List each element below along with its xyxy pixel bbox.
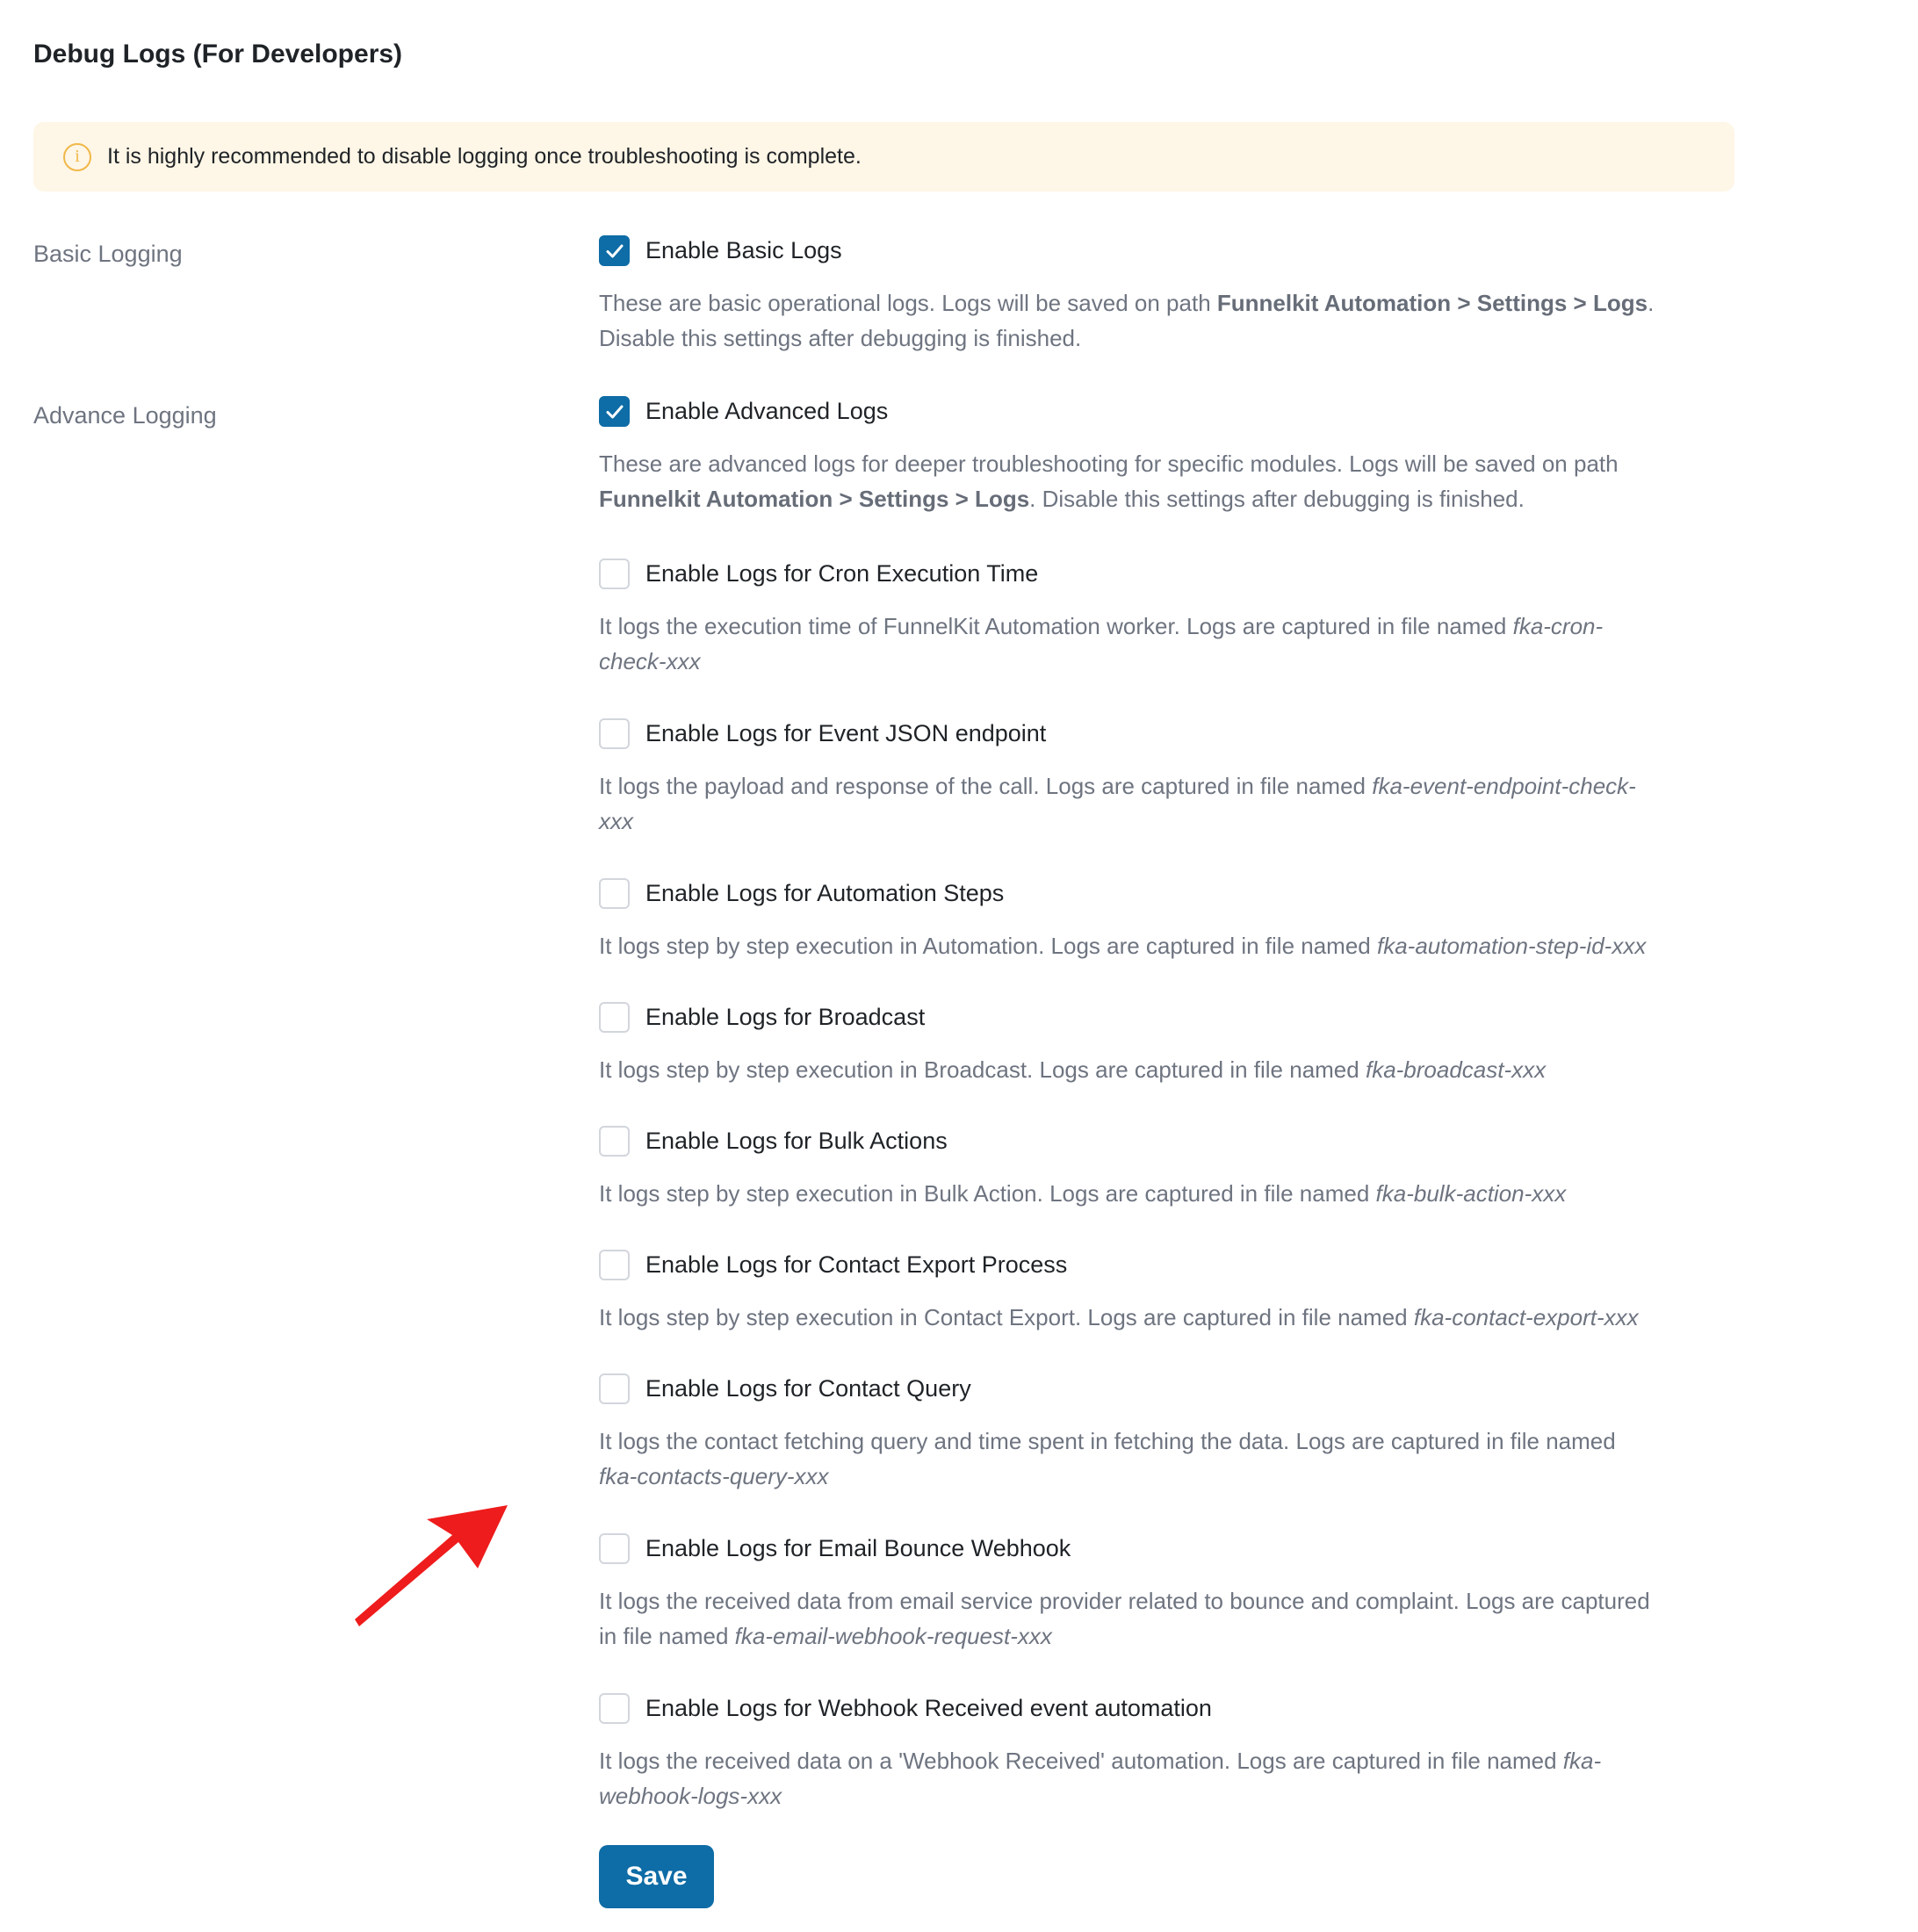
email-bounce-logs-toggle[interactable]: Enable Logs for Email Bounce Webhook — [599, 1532, 1741, 1564]
cron-logs-toggle[interactable]: Enable Logs for Cron Execution Time — [599, 558, 1741, 589]
event-json-logs-checkbox[interactable] — [599, 717, 630, 749]
notice-banner: i It is highly recommended to disable lo… — [33, 122, 1734, 191]
contact-query-logs-checkbox[interactable] — [599, 1373, 630, 1404]
page-title: Debug Logs (For Developers) — [33, 40, 403, 68]
webhook-received-logs-label: Enable Logs for Webhook Received event a… — [645, 1694, 1212, 1721]
option-event-json: Enable Logs for Event JSON endpoint It l… — [599, 717, 1741, 839]
advanced-logs-description: These are advanced logs for deeper troub… — [599, 451, 1619, 512]
option-basic-logs: Enable Basic Logs These are basic operat… — [599, 234, 1741, 356]
option-cron-execution: Enable Logs for Cron Execution Time It l… — [599, 558, 1741, 679]
contact-export-logs-checkbox[interactable] — [599, 1249, 630, 1280]
webhook-received-logs-toggle[interactable]: Enable Logs for Webhook Received event a… — [599, 1692, 1741, 1724]
contact-export-logs-label: Enable Logs for Contact Export Process — [645, 1251, 1068, 1278]
bulk-actions-logs-toggle[interactable]: Enable Logs for Bulk Actions — [599, 1125, 1741, 1157]
advanced-logs-label: Enable Advanced Logs — [645, 397, 889, 424]
option-webhook-received: Enable Logs for Webhook Received event a… — [599, 1692, 1741, 1813]
automation-steps-logs-description: It logs step by step execution in Automa… — [599, 933, 1647, 959]
basic-logging-label: Basic Logging — [33, 241, 183, 267]
broadcast-logs-checkbox[interactable] — [599, 1001, 630, 1033]
info-icon: i — [63, 142, 91, 171]
webhook-received-logs-checkbox[interactable] — [599, 1692, 630, 1724]
option-email-bounce-webhook: Enable Logs for Email Bounce Webhook It … — [599, 1532, 1741, 1654]
contact-export-logs-toggle[interactable]: Enable Logs for Contact Export Process — [599, 1249, 1741, 1280]
basic-logs-toggle[interactable]: Enable Basic Logs — [599, 234, 1741, 266]
option-advanced-logs: Enable Advanced Logs These are advanced … — [599, 395, 1741, 516]
email-bounce-logs-label: Enable Logs for Email Bounce Webhook — [645, 1534, 1071, 1561]
automation-steps-logs-checkbox[interactable] — [599, 877, 630, 909]
email-bounce-logs-checkbox[interactable] — [599, 1532, 630, 1564]
check-icon — [606, 405, 624, 418]
option-bulk-actions: Enable Logs for Bulk Actions It logs ste… — [599, 1125, 1741, 1211]
event-json-logs-toggle[interactable]: Enable Logs for Event JSON endpoint — [599, 717, 1741, 749]
contact-export-logs-description: It logs step by step execution in Contac… — [599, 1304, 1639, 1330]
contact-query-logs-description: It logs the contact fetching query and t… — [599, 1428, 1616, 1489]
bulk-actions-logs-label: Enable Logs for Bulk Actions — [645, 1127, 948, 1154]
email-bounce-logs-description: It logs the received data from email ser… — [599, 1588, 1650, 1649]
webhook-received-logs-description: It logs the received data on a 'Webhook … — [599, 1748, 1602, 1809]
notice-text: It is highly recommended to disable logg… — [107, 144, 862, 169]
advanced-logs-toggle[interactable]: Enable Advanced Logs — [599, 395, 1741, 427]
cron-logs-description: It logs the execution time of FunnelKit … — [599, 613, 1604, 674]
contact-query-logs-label: Enable Logs for Contact Query — [645, 1374, 971, 1402]
contact-query-logs-toggle[interactable]: Enable Logs for Contact Query — [599, 1373, 1741, 1404]
advanced-logs-checkbox[interactable] — [599, 395, 630, 427]
broadcast-logs-toggle[interactable]: Enable Logs for Broadcast — [599, 1001, 1741, 1033]
basic-logs-description: These are basic operational logs. Logs w… — [599, 290, 1655, 351]
bulk-actions-logs-checkbox[interactable] — [599, 1125, 630, 1157]
save-button[interactable]: Save — [599, 1845, 714, 1908]
cron-logs-checkbox[interactable] — [599, 558, 630, 589]
basic-logs-label: Enable Basic Logs — [645, 236, 842, 263]
red-arrow-icon — [355, 1505, 508, 1626]
check-icon — [606, 244, 624, 257]
automation-steps-logs-toggle[interactable]: Enable Logs for Automation Steps — [599, 877, 1741, 909]
option-contact-export: Enable Logs for Contact Export Process I… — [599, 1249, 1741, 1335]
option-automation-steps: Enable Logs for Automation Steps It logs… — [599, 877, 1741, 963]
advance-logging-label: Advance Logging — [33, 402, 217, 429]
event-json-logs-label: Enable Logs for Event JSON endpoint — [645, 719, 1047, 746]
bulk-actions-logs-description: It logs step by step execution in Bulk A… — [599, 1180, 1567, 1207]
option-contact-query: Enable Logs for Contact Query It logs th… — [599, 1373, 1741, 1494]
option-broadcast: Enable Logs for Broadcast It logs step b… — [599, 1001, 1741, 1087]
basic-logs-checkbox[interactable] — [599, 234, 630, 266]
broadcast-logs-description: It logs step by step execution in Broadc… — [599, 1056, 1547, 1083]
broadcast-logs-label: Enable Logs for Broadcast — [645, 1003, 926, 1030]
event-json-logs-description: It logs the payload and response of the … — [599, 773, 1636, 834]
automation-steps-logs-label: Enable Logs for Automation Steps — [645, 879, 1005, 906]
cron-logs-label: Enable Logs for Cron Execution Time — [645, 559, 1039, 587]
